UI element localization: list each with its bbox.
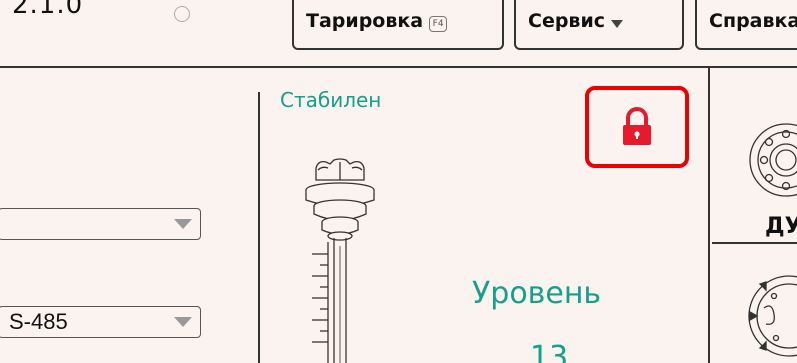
gear-ring-icon[interactable] (744, 122, 797, 202)
lock-button[interactable] (585, 86, 689, 168)
panel-divider-right (708, 68, 710, 363)
level-label: Уровень (472, 276, 602, 311)
version-label: 2.1.0 (12, 0, 84, 20)
hotkey-badge-icon: F4 (429, 16, 448, 32)
calibration-menu-button[interactable]: Тарировка F4 (292, 0, 504, 50)
du-label: ДУ (765, 214, 797, 239)
fuel-cap-icon (305, 158, 375, 241)
chevron-down-icon (611, 20, 624, 28)
interface-select-value: S-485 (9, 309, 68, 334)
panel-divider-left (258, 92, 260, 363)
help-menu-button[interactable]: Справка (695, 0, 797, 50)
connection-select[interactable] (0, 208, 201, 240)
fuel-cap-icon[interactable] (744, 268, 797, 363)
padlock-icon (623, 107, 651, 145)
sensor-status: Стабилен (280, 88, 382, 112)
app-window: 2.1.0 Тарировка F4 Сервис Справка S-485 … (0, 0, 797, 363)
help-menu-label: Справка (709, 10, 797, 32)
level-scale-icon (312, 242, 329, 363)
sensor-rod (333, 238, 347, 363)
right-panel-divider (712, 242, 797, 244)
header-divider (0, 66, 797, 68)
calibration-menu-label: Тарировка (306, 10, 424, 32)
interface-select[interactable]: S-485 (0, 306, 201, 338)
sensor-illustration (305, 158, 375, 363)
dropdown-arrow-icon (174, 317, 192, 327)
service-menu-button[interactable]: Сервис (514, 0, 684, 50)
level-value: 13 (530, 340, 569, 363)
radio-button-icon[interactable] (174, 6, 190, 22)
dropdown-arrow-icon (174, 219, 192, 229)
service-menu-label: Сервис (528, 10, 606, 32)
